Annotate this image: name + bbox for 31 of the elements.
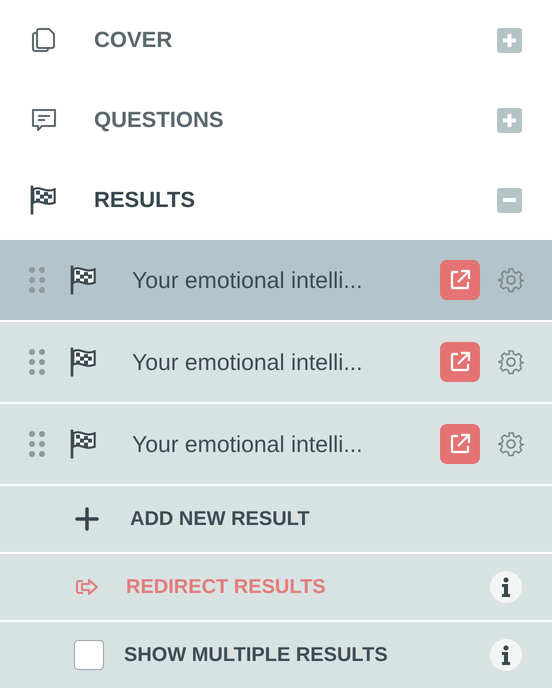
section-title[interactable]: RESULTS — [94, 187, 497, 213]
open-link-button[interactable] — [440, 424, 480, 464]
result-title: Your emotional intelli... — [132, 348, 364, 376]
minus-icon — [503, 198, 516, 202]
open-link-button[interactable] — [440, 260, 480, 300]
drag-handle-icon[interactable] — [28, 265, 46, 295]
checkbox[interactable] — [74, 640, 104, 670]
external-link-icon — [448, 350, 472, 374]
section-title[interactable]: COVER — [94, 27, 497, 53]
settings-icon[interactable] — [498, 431, 524, 457]
plus-icon — [503, 114, 516, 126]
open-link-button[interactable] — [440, 342, 480, 382]
plus-icon — [74, 506, 100, 532]
settings-icon[interactable] — [498, 267, 524, 293]
result-title: Your emotional intelli... — [132, 266, 364, 294]
plus-icon — [503, 34, 516, 46]
section-title[interactable]: QUESTIONS — [94, 107, 497, 133]
external-link-icon — [448, 268, 472, 292]
result-item[interactable]: Your emotional intelli... — [0, 240, 552, 320]
collapse-button[interactable] — [497, 188, 522, 212]
result-title: Your emotional intelli... — [132, 430, 364, 458]
result-item[interactable]: Your emotional intelli... — [0, 404, 552, 484]
expand-button[interactable] — [497, 28, 522, 52]
info-icon[interactable] — [490, 571, 522, 603]
external-link-icon — [448, 432, 472, 456]
expand-button[interactable] — [497, 108, 522, 132]
info-icon[interactable] — [490, 639, 522, 671]
drag-handle-icon[interactable] — [28, 347, 46, 377]
result-item[interactable]: Your emotional intelli... — [0, 322, 552, 402]
drag-handle-icon[interactable] — [28, 429, 46, 459]
settings-icon[interactable] — [498, 349, 524, 375]
